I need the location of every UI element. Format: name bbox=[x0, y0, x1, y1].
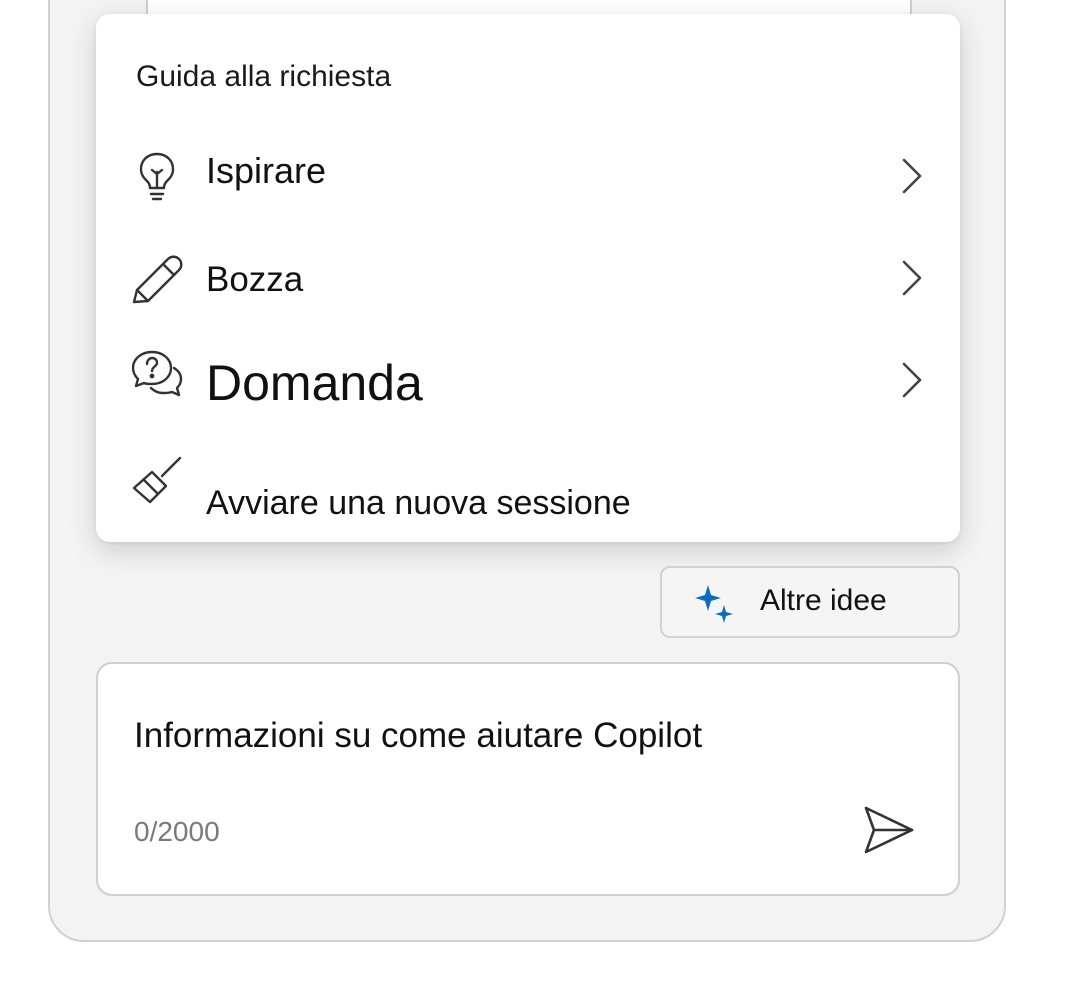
compose-box: 0/2000 bbox=[96, 662, 960, 896]
lightbulb-icon bbox=[130, 148, 184, 202]
send-button[interactable] bbox=[858, 800, 918, 860]
menu-item-label: Ispirare bbox=[206, 150, 327, 191]
sparkle-icon bbox=[694, 584, 734, 624]
chat-question-icon bbox=[130, 348, 184, 402]
broom-icon bbox=[130, 454, 184, 508]
menu-item-ispirare[interactable]: Ispirare bbox=[96, 130, 960, 220]
menu-header: Guida alla richiesta bbox=[136, 60, 392, 93]
prompt-guide-menu: Guida alla richiesta Ispirare Bozza Doma… bbox=[96, 14, 960, 542]
chevron-right-icon bbox=[896, 154, 926, 198]
pencil-icon bbox=[130, 252, 184, 306]
menu-item-domanda[interactable]: Domanda bbox=[96, 338, 960, 428]
menu-item-bozza[interactable]: Bozza bbox=[96, 234, 960, 324]
menu-item-label: Domanda bbox=[206, 355, 423, 411]
chevron-right-icon bbox=[896, 358, 926, 402]
menu-item-new-session[interactable]: Avviare una nuova sessione bbox=[96, 444, 960, 534]
send-icon bbox=[864, 806, 914, 854]
menu-item-label: Avviare una nuova sessione bbox=[206, 484, 631, 522]
chevron-right-icon bbox=[896, 256, 926, 300]
character-counter: 0/2000 bbox=[134, 816, 220, 847]
menu-item-label: Bozza bbox=[206, 260, 304, 299]
prompt-input[interactable] bbox=[134, 716, 894, 756]
more-ideas-button[interactable]: Altre idee bbox=[660, 566, 960, 638]
more-ideas-label: Altre idee bbox=[760, 584, 887, 617]
